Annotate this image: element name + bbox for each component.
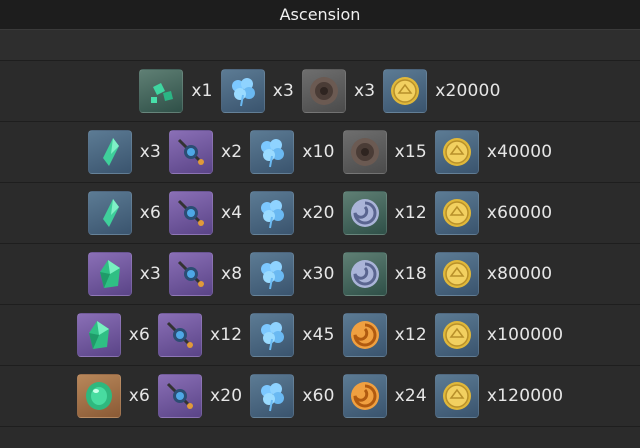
material-quantity: x24 [394, 386, 427, 406]
ascension-header: Ascension [0, 0, 640, 30]
ascension-row-4: x3 x8 x30 x18 x80000 [0, 244, 640, 305]
material-quantity: x20 [302, 203, 335, 223]
material-item[interactable]: x24 [342, 374, 427, 418]
gem-gemstone-icon [76, 374, 121, 418]
header-title: Ascension [279, 5, 361, 24]
material-quantity: x40000 [486, 142, 553, 162]
material-item[interactable]: x6 [76, 313, 151, 357]
material-quantity: x20000 [435, 81, 501, 101]
material-quantity: x3 [272, 81, 294, 101]
material-item[interactable]: x4 [169, 191, 242, 235]
material-quantity: x100000 [486, 325, 564, 345]
material-quantity: x12 [394, 325, 427, 345]
material-item[interactable]: x6 [87, 191, 162, 235]
material-item[interactable]: x12 [342, 191, 427, 235]
material-item[interactable]: x8 [169, 252, 242, 296]
orb-device-icon [169, 191, 214, 235]
material-quantity: x3 [353, 81, 376, 101]
material-quantity: x3 [139, 142, 162, 162]
silver-swirl-icon [342, 252, 387, 296]
material-quantity: x4 [221, 203, 243, 223]
material-item[interactable]: x3 [87, 252, 162, 296]
material-item[interactable]: x120000 [434, 374, 564, 418]
material-quantity: x20 [210, 386, 243, 406]
gold-coin-icon [434, 130, 479, 174]
material-item[interactable]: x100000 [434, 313, 564, 357]
material-item[interactable]: x80000 [434, 252, 553, 296]
gold-coin-icon [434, 374, 479, 418]
material-quantity: x2 [221, 142, 243, 162]
material-item[interactable]: x45 [250, 313, 334, 357]
gem-chunk-icon [76, 313, 121, 357]
material-quantity: x6 [128, 325, 151, 345]
blue-flower-icon [250, 130, 295, 174]
ascension-row-6: x6 x20 x60 x24 x120000 [0, 366, 640, 427]
material-quantity: x120000 [486, 386, 564, 406]
orange-swirl-icon [342, 313, 387, 357]
blue-flower-icon [250, 374, 295, 418]
material-item[interactable]: x60000 [434, 191, 553, 235]
orb-device-icon [169, 130, 214, 174]
orb-device-icon [169, 252, 214, 296]
gem-sliver-icon [87, 191, 132, 235]
material-quantity: x8 [221, 264, 243, 284]
gem-sliver-icon [87, 130, 132, 174]
material-item[interactable]: x20000 [383, 69, 500, 113]
gold-coin-icon [434, 191, 479, 235]
ascension-row-3: x6 x4 x20 x12 x60000 [0, 183, 640, 244]
blue-flower-icon [250, 313, 295, 357]
gold-coin-icon [383, 69, 428, 113]
blue-flower-icon [250, 252, 295, 296]
brown-disc-icon [301, 69, 346, 113]
material-quantity: x80000 [486, 264, 553, 284]
material-item[interactable]: x1 [139, 69, 212, 113]
material-item[interactable]: x40000 [434, 130, 553, 174]
gem-chunk-icon [87, 252, 132, 296]
material-item[interactable]: x30 [250, 252, 334, 296]
material-quantity: x60 [302, 386, 335, 406]
orange-swirl-icon [342, 374, 387, 418]
material-item[interactable]: x6 [76, 374, 151, 418]
material-quantity: x1 [191, 81, 213, 101]
material-quantity: x18 [394, 264, 427, 284]
blue-flower-icon [250, 191, 295, 235]
material-quantity: x12 [210, 325, 243, 345]
brown-disc-icon [342, 130, 387, 174]
material-item[interactable]: x18 [342, 252, 427, 296]
material-quantity: x6 [128, 386, 151, 406]
material-quantity: x6 [139, 203, 162, 223]
material-item[interactable]: x60 [250, 374, 334, 418]
material-item[interactable]: x20 [158, 374, 242, 418]
material-quantity: x3 [139, 264, 162, 284]
orb-device-icon [158, 374, 203, 418]
material-item[interactable]: x10 [250, 130, 334, 174]
material-quantity: x10 [302, 142, 335, 162]
material-quantity: x12 [394, 203, 427, 223]
material-item[interactable]: x15 [342, 130, 427, 174]
orb-device-icon [158, 313, 203, 357]
ascension-row-5: x6 x12 x45 x12 x100000 [0, 305, 640, 366]
ascension-row-2: x3 x2 x10 x15 x40000 [0, 122, 640, 183]
material-quantity: x60000 [486, 203, 553, 223]
material-item[interactable]: x3 [87, 130, 162, 174]
gem-fragment-icon [139, 69, 184, 113]
material-quantity: x30 [302, 264, 335, 284]
material-item[interactable]: x12 [158, 313, 242, 357]
material-quantity: x15 [394, 142, 427, 162]
material-item[interactable]: x12 [342, 313, 427, 357]
silver-swirl-icon [342, 191, 387, 235]
material-item[interactable]: x3 [220, 69, 294, 113]
blue-flower-icon [220, 69, 265, 113]
material-quantity: x45 [302, 325, 335, 345]
gold-coin-icon [434, 313, 479, 357]
subheader-bar [0, 30, 640, 61]
ascension-material-list: x1 x3 x3 x20000 x3 x2 x10 x15 x40000 x6 x4 x20 x12 x6… [0, 61, 640, 427]
material-item[interactable]: x20 [250, 191, 334, 235]
material-item[interactable]: x2 [169, 130, 242, 174]
ascension-row-1: x1 x3 x3 x20000 [0, 61, 640, 122]
material-item[interactable]: x3 [301, 69, 376, 113]
gold-coin-icon [434, 252, 479, 296]
